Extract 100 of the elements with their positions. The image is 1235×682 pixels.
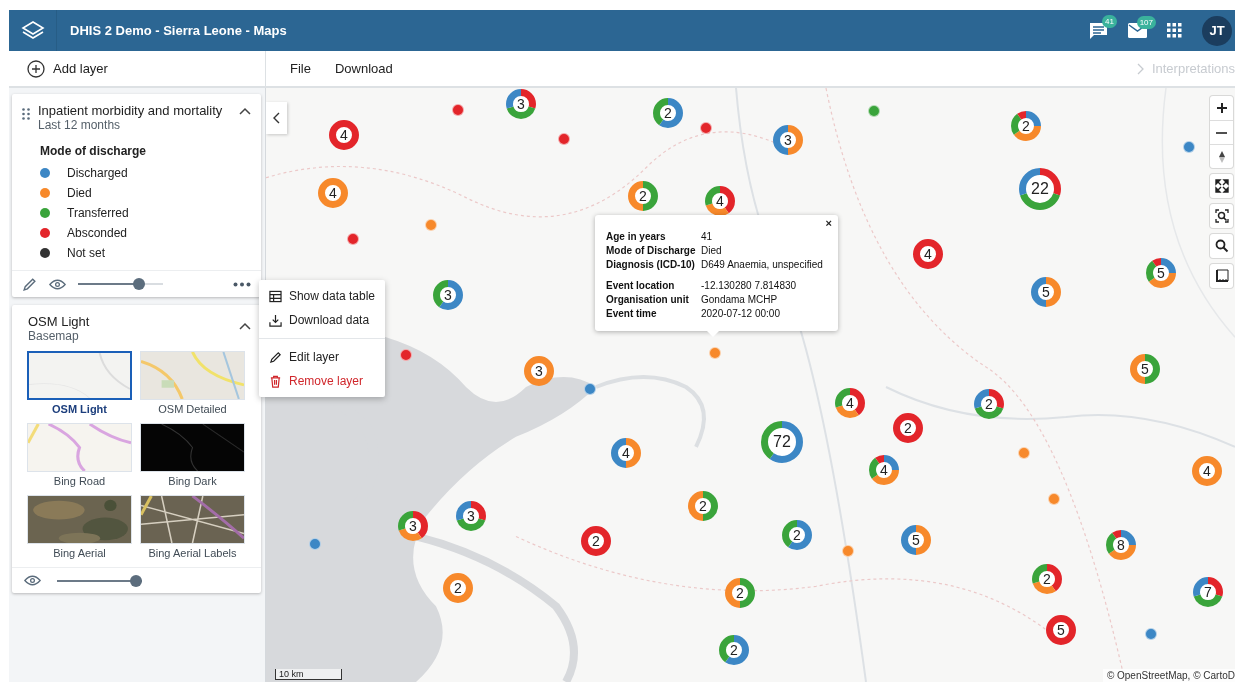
slider-handle[interactable] — [130, 574, 142, 587]
eye-icon[interactable] — [49, 277, 66, 291]
trash-icon — [269, 374, 282, 388]
add-icon — [27, 59, 45, 78]
legend-label: Died — [67, 186, 92, 200]
cluster-marker[interactable]: 3 — [433, 280, 463, 310]
cluster-marker[interactable]: 5 — [1146, 258, 1176, 288]
zoom-extent-icon — [1214, 209, 1229, 223]
cluster-marker[interactable]: 4 — [611, 438, 641, 468]
apps-grid-icon[interactable] — [1167, 23, 1182, 38]
layer-period: Last 12 months — [38, 118, 122, 132]
close-button[interactable]: × — [825, 217, 832, 229]
popup-value: 41 — [701, 231, 714, 242]
menu-button[interactable]: File — [278, 61, 323, 76]
collapse-panel-button[interactable] — [266, 102, 287, 134]
basemap-option[interactable]: OSM Detailed — [140, 351, 245, 415]
cluster-marker[interactable]: 3 — [773, 125, 803, 155]
basemap-option[interactable]: OSM Light — [27, 351, 132, 415]
map-attribution: © OpenStreetMap, © CartoD — [1102, 669, 1235, 682]
add-layer-button[interactable]: Add layer — [9, 51, 266, 86]
legend-title: Mode of discharge — [40, 144, 147, 158]
pencil-icon[interactable] — [22, 276, 37, 292]
cluster-marker[interactable]: 5 — [1031, 277, 1061, 307]
slider-handle[interactable] — [132, 278, 145, 290]
basemap-subtitle: Basemap — [28, 329, 80, 343]
legend-label: Absconded — [67, 226, 128, 240]
cluster-marker[interactable]: 2 — [443, 573, 473, 603]
legend-label: Discharged — [67, 166, 128, 180]
cluster-marker[interactable]: 2 — [719, 635, 749, 665]
minus-icon — [1216, 131, 1227, 134]
cluster-marker[interactable]: 7 — [1193, 577, 1223, 607]
cluster-marker[interactable]: 4 — [835, 388, 865, 418]
basemap-option[interactable]: Bing Aerial Labels — [140, 495, 245, 559]
more-icon[interactable] — [233, 281, 251, 287]
chevron-icon[interactable] — [239, 322, 251, 330]
menu-item[interactable]: Show data table — [259, 284, 385, 308]
plus-icon — [1214, 101, 1229, 115]
legend-label: Not set — [67, 246, 105, 260]
popup-value: Gondama MCHP — [701, 294, 779, 305]
cluster-marker[interactable]: 2 — [628, 181, 658, 211]
cluster-marker[interactable]: 5 — [1130, 354, 1160, 384]
fullscreen-icon — [1214, 179, 1229, 193]
basemap-option[interactable]: Bing Dark — [140, 423, 245, 487]
cluster-marker[interactable]: 2 — [1032, 564, 1062, 594]
popup-label: Organisation unit — [606, 294, 690, 305]
popup-value: D649 Anaemia, unspecified — [701, 259, 824, 270]
cluster-marker[interactable]: 4 — [913, 239, 943, 269]
cluster-marker[interactable]: 5 — [1046, 615, 1076, 645]
cluster-marker[interactable]: 22 — [1019, 168, 1061, 210]
cluster-marker[interactable]: 3 — [398, 511, 428, 541]
basemap-option[interactable]: Bing Road — [27, 423, 132, 487]
cluster-marker[interactable]: 3 — [506, 89, 536, 119]
chevron-right-icon — [1136, 62, 1144, 75]
ruler-icon — [1214, 269, 1229, 283]
basemap-option[interactable]: Bing Aerial — [27, 495, 132, 559]
cluster-marker[interactable]: 2 — [688, 491, 718, 521]
cluster-marker[interactable]: 5 — [901, 525, 931, 555]
logo-icon[interactable] — [20, 19, 45, 42]
cluster-marker[interactable]: 2 — [653, 98, 683, 128]
chevron-icon[interactable] — [239, 107, 251, 115]
cluster-marker[interactable]: 3 — [456, 501, 486, 531]
cluster-marker[interactable]: 2 — [581, 526, 611, 556]
cluster-marker[interactable]: 4 — [318, 178, 348, 208]
cluster-marker[interactable]: 3 — [524, 356, 554, 386]
eye-icon[interactable] — [24, 574, 41, 587]
cluster-marker[interactable]: 72 — [761, 421, 803, 463]
menu-button[interactable]: Download — [322, 61, 405, 76]
popup-value: -12.130280 7.814830 — [701, 280, 798, 291]
popup-label: Event time — [606, 308, 658, 319]
popup-label: Mode of Discharge — [606, 245, 697, 256]
popup-value: 2020-07-12 00:00 — [701, 308, 781, 319]
menu-item[interactable]: Remove layer — [259, 369, 385, 393]
cluster-marker[interactable]: 2 — [725, 578, 755, 608]
popup-label: Event location — [606, 280, 676, 291]
basemap-title: OSM Light — [28, 314, 90, 329]
legend-label: Transferred — [67, 206, 129, 220]
layer-title: Inpatient morbidity and mortality — [38, 103, 223, 118]
cluster-marker[interactable]: 2 — [974, 389, 1004, 419]
cluster-marker[interactable]: 4 — [1192, 456, 1222, 486]
search-icon — [1214, 239, 1229, 253]
popup-label: Diagnosis (ICD-10) — [606, 259, 696, 270]
table-icon — [269, 289, 282, 303]
chevron-left-icon — [273, 112, 280, 124]
cluster-marker[interactable]: 4 — [869, 455, 899, 485]
cluster-marker[interactable]: 2 — [893, 413, 923, 443]
menu-item[interactable]: Edit layer — [259, 345, 385, 369]
cluster-marker[interactable]: 4 — [329, 120, 359, 150]
download-icon — [269, 313, 282, 327]
cluster-marker[interactable]: 2 — [782, 520, 812, 550]
notification-badge: 107 — [1136, 16, 1156, 29]
cluster-marker[interactable]: 8 — [1106, 530, 1136, 560]
app-title: DHIS 2 Demo - Sierra Leone - Maps — [70, 23, 288, 38]
menu-item[interactable]: Download data — [259, 308, 385, 332]
popup-label: Age in years — [606, 231, 667, 242]
drag-handle-icon[interactable] — [22, 108, 30, 120]
scale-bar: 10 km — [275, 669, 342, 680]
user-avatar[interactable]: JT — [1202, 15, 1232, 46]
popup-value: Died — [701, 245, 723, 256]
pencil-icon — [269, 350, 282, 364]
cluster-marker[interactable]: 2 — [1011, 111, 1041, 141]
